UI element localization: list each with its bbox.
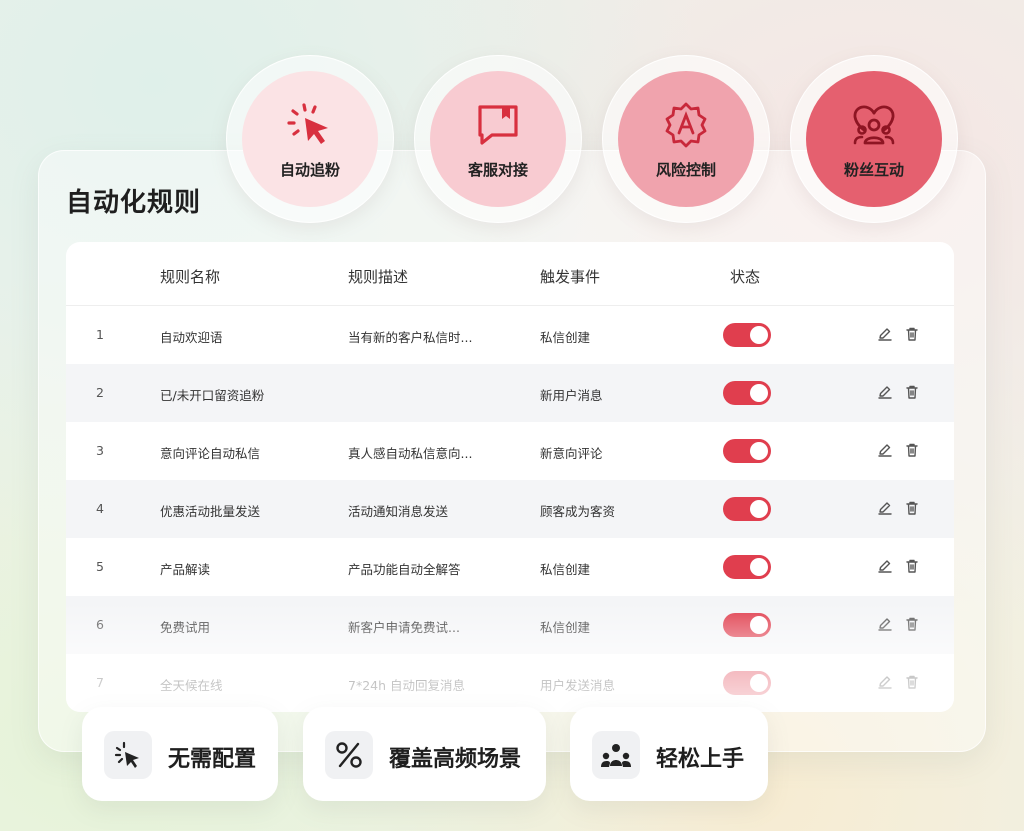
chat-bubble-icon [478,104,518,145]
status-toggle[interactable] [723,323,771,347]
highlight-no-config: 无需配置 [82,707,278,801]
header-trigger-event: 触发事件 [540,268,601,286]
table-row: 4 优惠活动批量发送 活动通知消息发送 顾客成为客资 [66,480,954,538]
feature-customer-service[interactable]: 客服对接 [414,55,582,223]
cursor-click-icon [287,102,328,144]
rule-desc: 7*24h 自动回复消息 [348,678,466,693]
highlight-label: 轻松上手 [656,747,745,772]
delete-icon[interactable] [904,500,920,516]
edit-icon[interactable] [877,442,893,458]
rule-desc: 产品功能自动全解答 [348,562,461,577]
trigger-event: 私信创建 [540,562,591,577]
edit-icon[interactable] [877,616,893,632]
rule-name: 自动欢迎语 [160,330,223,345]
delete-icon[interactable] [904,616,920,632]
row-number: 7 [96,675,104,690]
trigger-event: 新用户消息 [540,388,603,403]
feature-label: 风险控制 [655,160,716,179]
rule-desc: 真人感自动私信意向... [348,446,473,461]
highlight-easy-start: 轻松上手 [570,707,768,801]
row-number: 5 [96,559,104,574]
rule-name: 全天候在线 [160,678,223,693]
edit-icon[interactable] [877,384,893,400]
table-row: 2 已/未开口留资追粉 新用户消息 [66,364,954,422]
feature-auto-follow[interactable]: 自动追粉 [226,55,394,223]
row-number: 3 [96,443,104,458]
table-header: 规则名称 规则描述 触发事件 状态 [66,242,954,306]
feature-label: 粉丝互动 [843,160,904,179]
header-rule-name: 规则名称 [160,268,221,286]
trigger-event: 顾客成为客资 [540,504,616,519]
rule-name: 优惠活动批量发送 [160,504,261,519]
toggle-knob [750,558,768,576]
trigger-event: 新意向评论 [540,446,603,461]
rule-name: 意向评论自动私信 [160,446,261,461]
table-row: 1 自动欢迎语 当有新的客户私信时... 私信创建 [66,306,954,364]
toggle-knob [750,674,768,692]
edit-icon[interactable] [877,326,893,342]
table-row: 6 免费试用 新客户申请免费试... 私信创建 [66,596,954,654]
toggle-knob [750,442,768,460]
feature-label: 自动追粉 [279,160,340,179]
rule-desc: 新客户申请免费试... [348,620,460,635]
edit-icon[interactable] [877,558,893,574]
feature-fan-interaction[interactable]: 粉丝互动 [790,55,958,223]
edit-icon[interactable] [877,674,893,690]
rule-name: 已/未开口留资追粉 [160,388,265,403]
row-number: 1 [96,327,104,342]
rule-desc: 活动通知消息发送 [348,504,449,519]
highlight-label: 覆盖高频场景 [389,747,522,772]
panel-title: 自动化规则 [66,188,202,218]
users-heart-icon [853,105,895,144]
table-row: 5 产品解读 产品功能自动全解答 私信创建 [66,538,954,596]
toggle-knob [750,616,768,634]
trigger-event: 私信创建 [540,620,591,635]
feature-label: 客服对接 [467,160,528,179]
row-number: 2 [96,385,104,400]
row-number: 6 [96,617,104,632]
status-toggle[interactable] [723,439,771,463]
highlight-coverage: 覆盖高频场景 [303,707,546,801]
feature-risk-control[interactable]: 风险控制 [602,55,770,223]
header-status: 状态 [730,268,761,286]
trigger-event: 私信创建 [540,330,591,345]
sparkle-cursor-icon [114,741,139,768]
shield-a-icon [665,102,707,147]
rules-table: 规则名称 规则描述 触发事件 状态 1 自动欢迎语 当有新的客户私信时... 私… [66,242,954,712]
team-icon [601,744,631,767]
delete-icon[interactable] [904,442,920,458]
row-number: 4 [96,501,104,516]
table-row: 7 全天候在线 7*24h 自动回复消息 用户发送消息 [66,654,954,712]
percent-icon [336,742,362,768]
toggle-knob [750,384,768,402]
edit-icon[interactable] [877,500,893,516]
toggle-knob [750,500,768,518]
delete-icon[interactable] [904,384,920,400]
status-toggle[interactable] [723,671,771,695]
table-row: 3 意向评论自动私信 真人感自动私信意向... 新意向评论 [66,422,954,480]
highlight-label: 无需配置 [168,747,257,772]
header-rule-desc: 规则描述 [348,268,409,286]
rule-name: 免费试用 [160,620,211,635]
status-toggle[interactable] [723,497,771,521]
status-toggle[interactable] [723,613,771,637]
status-toggle[interactable] [723,381,771,405]
delete-icon[interactable] [904,674,920,690]
rule-name: 产品解读 [160,562,211,577]
toggle-knob [750,326,768,344]
delete-icon[interactable] [904,558,920,574]
trigger-event: 用户发送消息 [540,678,616,693]
rule-desc: 当有新的客户私信时... [348,330,473,345]
delete-icon[interactable] [904,326,920,342]
status-toggle[interactable] [723,555,771,579]
